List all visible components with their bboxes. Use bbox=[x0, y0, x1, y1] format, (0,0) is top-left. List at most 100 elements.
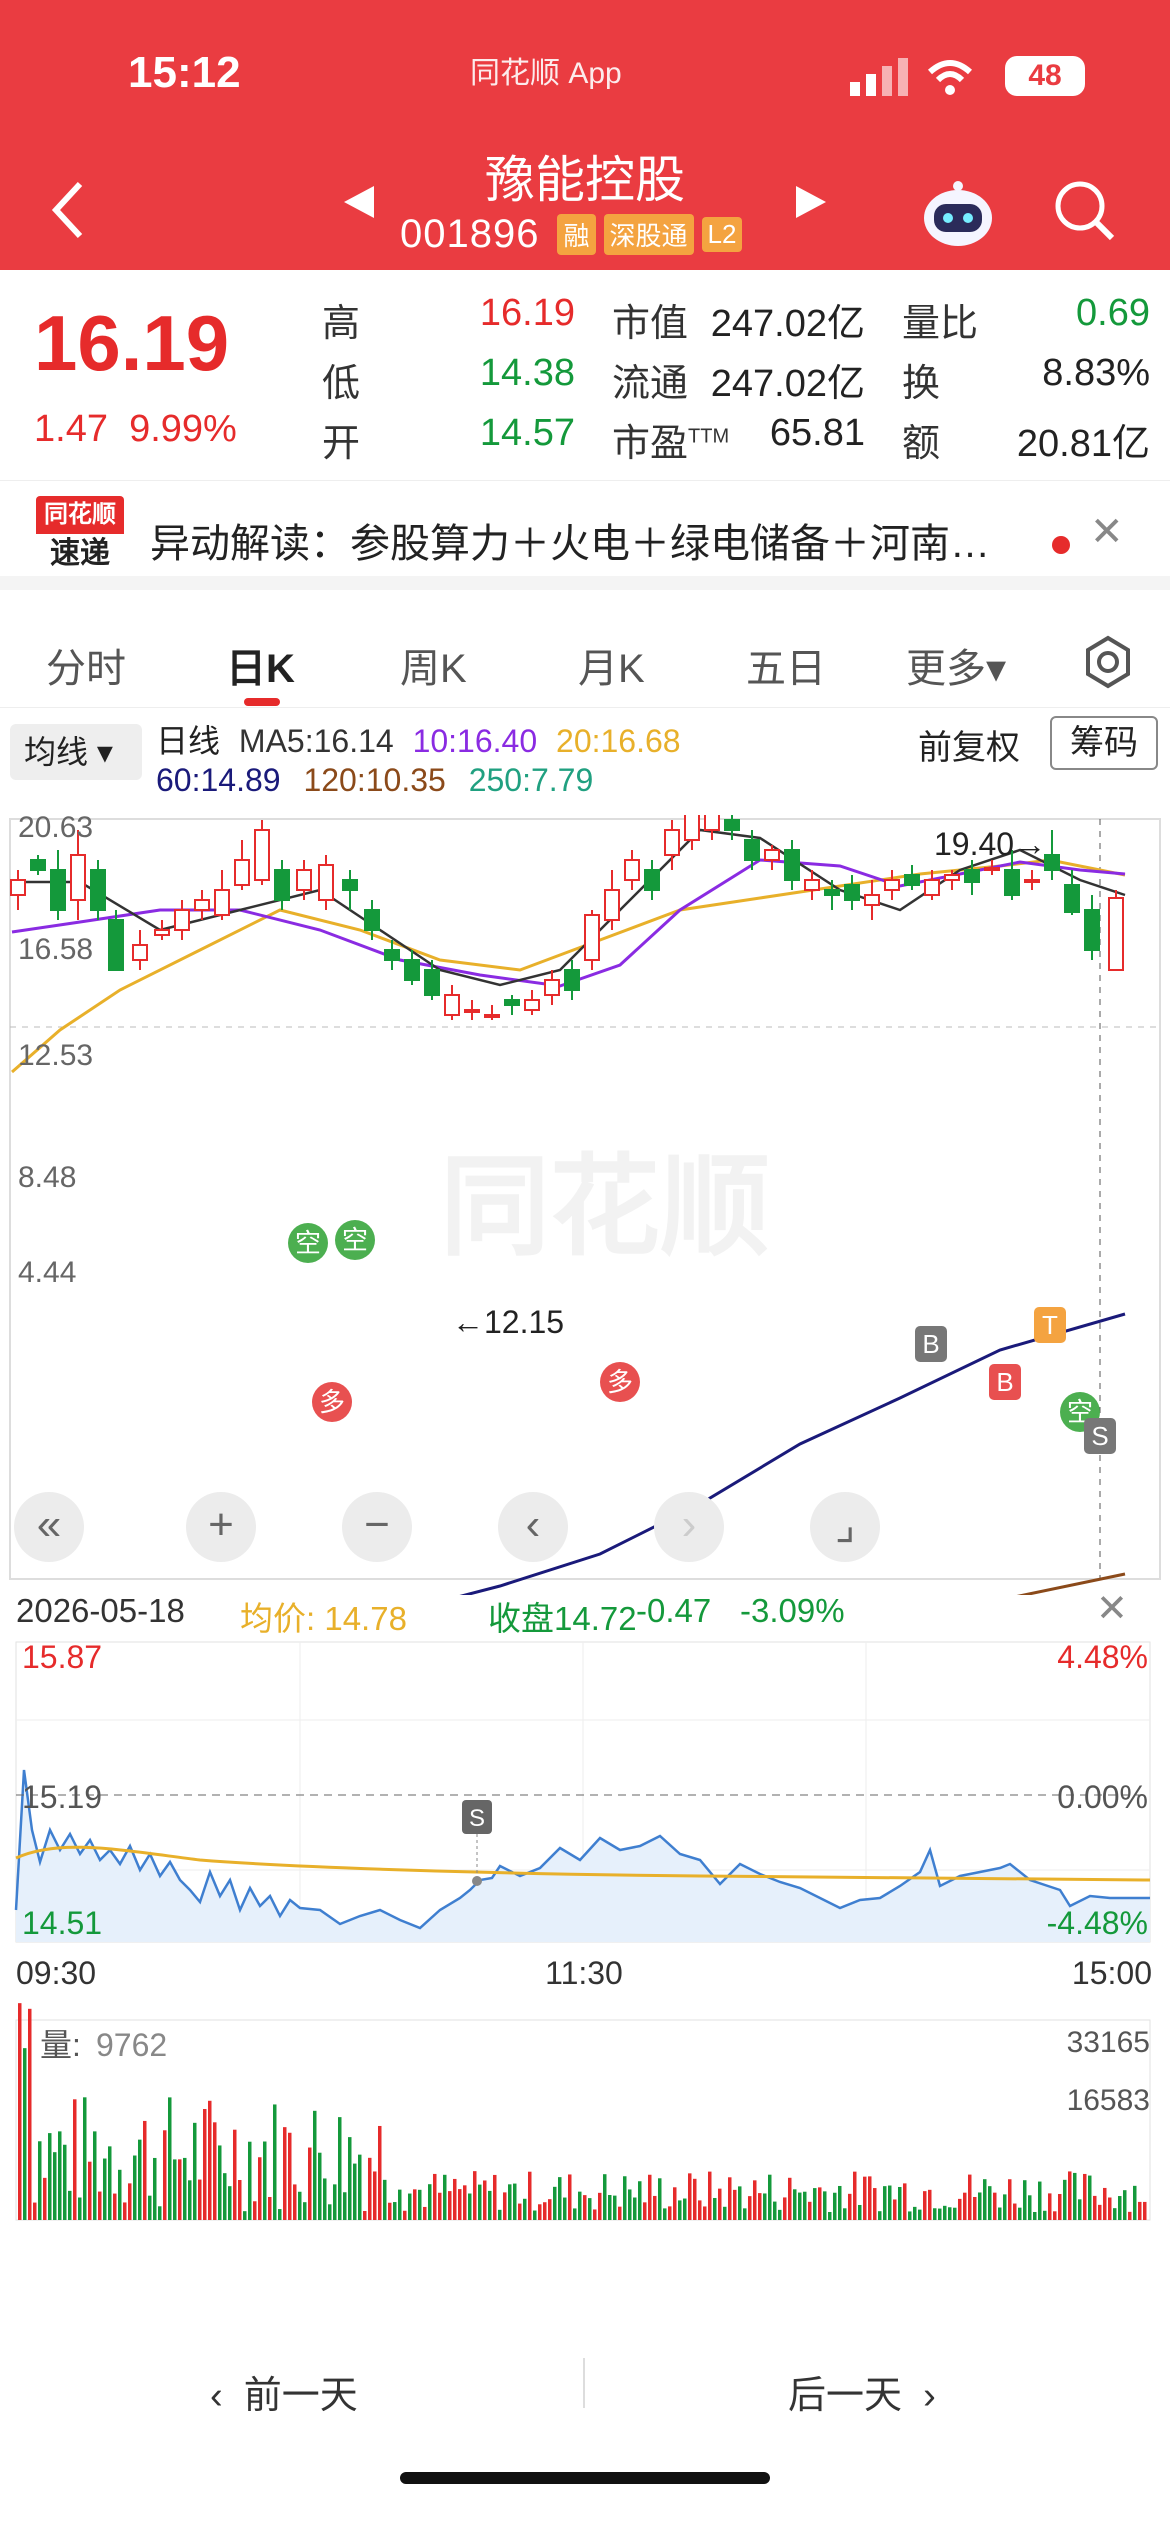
candle-body bbox=[664, 829, 680, 856]
prev-day-button[interactable]: ‹ 前一天 bbox=[210, 2364, 358, 2419]
kline-y-label: 20.63 bbox=[18, 815, 93, 844]
volume-bar bbox=[198, 2179, 202, 2220]
volume-bar bbox=[118, 2169, 122, 2220]
volume-bar bbox=[973, 2196, 977, 2220]
volume-bar bbox=[498, 2209, 502, 2220]
candle-body bbox=[744, 839, 760, 861]
volume-bar bbox=[918, 2209, 922, 2220]
volume-bar bbox=[643, 2202, 647, 2220]
volume-bar bbox=[173, 2159, 177, 2220]
status-app-label: 同花顺 App bbox=[470, 57, 622, 90]
volume-bar bbox=[293, 2184, 297, 2220]
candle-body bbox=[174, 909, 190, 931]
volume-bar bbox=[353, 2163, 357, 2220]
search-icon[interactable] bbox=[1052, 178, 1116, 242]
volume-bar bbox=[548, 2199, 552, 2220]
settings-icon[interactable] bbox=[1080, 634, 1136, 690]
chip-distribution-button[interactable]: 筹码 bbox=[1050, 716, 1158, 770]
tab-weekly-k[interactable]: 周K bbox=[400, 636, 467, 694]
candle-body bbox=[584, 914, 600, 961]
volume-bar bbox=[528, 2171, 532, 2220]
volume-bar bbox=[468, 2193, 472, 2220]
volume-bar bbox=[553, 2186, 557, 2220]
intraday-close-icon[interactable]: ✕ bbox=[1096, 1586, 1128, 1631]
tab-more[interactable]: 更多▾ bbox=[906, 636, 1006, 694]
volume-bar bbox=[143, 2120, 147, 2220]
volume-bar bbox=[153, 2157, 157, 2220]
fullscreen-button[interactable]: ⌟ bbox=[810, 1492, 880, 1562]
scroll-left-button[interactable]: ‹ bbox=[498, 1492, 568, 1562]
intraday-chart[interactable]: 15.87 15.19 14.51 4.48% 0.00% -4.48% 09:… bbox=[0, 1640, 1170, 2320]
candle-body bbox=[342, 879, 358, 891]
kline-chart[interactable]: 同花顺 20.63 16.58 12.53 8.48 4.44 19.40→ ←12.1… bbox=[0, 815, 1170, 1595]
volume-bar bbox=[373, 2171, 377, 2220]
volume-bar bbox=[828, 2211, 832, 2220]
scroll-right-button[interactable]: › bbox=[654, 1492, 724, 1562]
ma5-value: MA5:16.14 bbox=[238, 723, 394, 759]
candle-body bbox=[524, 999, 540, 1011]
next-day-button[interactable]: 后一天 › bbox=[788, 2364, 936, 2419]
ma-dropdown-button[interactable]: 均线 ▾ bbox=[10, 724, 142, 780]
intraday-y-top: 15.87 bbox=[22, 1640, 102, 1675]
volume-bar bbox=[113, 2193, 117, 2220]
candle-body bbox=[564, 969, 580, 991]
time-end: 15:00 bbox=[1072, 1955, 1152, 1991]
tab-intraday[interactable]: 分时 bbox=[46, 636, 126, 694]
volume-bar bbox=[1028, 2195, 1032, 2220]
volume-bar bbox=[408, 2193, 412, 2220]
news-logo-bottom: 速递 bbox=[50, 537, 110, 570]
prev-day-label: 前一天 bbox=[243, 2375, 358, 2417]
volume-bar bbox=[488, 2190, 492, 2220]
volume-bar bbox=[943, 2205, 947, 2220]
volume-bar bbox=[948, 2207, 952, 2220]
next-stock-icon[interactable] bbox=[790, 182, 830, 222]
candle-body bbox=[444, 994, 460, 1016]
volume-bar bbox=[108, 2146, 112, 2220]
tab-daily-k[interactable]: 日K bbox=[226, 636, 295, 694]
volume-bar bbox=[1083, 2173, 1087, 2220]
volume-bar bbox=[323, 2178, 327, 2220]
value-float-cap: 247.02亿 bbox=[710, 363, 865, 405]
candle-body bbox=[844, 884, 860, 901]
zoom-in-button[interactable]: + bbox=[186, 1492, 256, 1562]
zoom-out-button[interactable]: − bbox=[342, 1492, 412, 1562]
volume-bar bbox=[1088, 2175, 1092, 2220]
intraday-pct-bot: -4.48% bbox=[1047, 1905, 1148, 1941]
ma-line-2: 60:14.89 120:10.35 250:7.79 bbox=[156, 762, 593, 799]
volume-bar bbox=[543, 2202, 547, 2220]
candle-body bbox=[904, 874, 920, 886]
robot-assistant-icon[interactable] bbox=[920, 180, 996, 250]
volume-bar bbox=[648, 2174, 652, 2220]
tab-five-day[interactable]: 五日 bbox=[746, 636, 826, 694]
volume-bar bbox=[838, 2185, 842, 2220]
volume-bar bbox=[358, 2154, 362, 2220]
adjust-mode-label[interactable]: 前复权 bbox=[918, 720, 1020, 769]
volume-bar bbox=[278, 2209, 282, 2220]
zoom-out-all-button[interactable]: « bbox=[14, 1492, 84, 1562]
volume-bar bbox=[893, 2199, 897, 2220]
volume-bar bbox=[723, 2206, 727, 2220]
label-turnover: 换 bbox=[902, 363, 941, 405]
news-close-icon[interactable]: ✕ bbox=[1090, 509, 1124, 555]
volume-label: 量: bbox=[40, 2027, 81, 2063]
news-text[interactable]: 异动解读：参股算力＋火电＋绿电储备＋河南… bbox=[150, 511, 990, 569]
time-start: 09:30 bbox=[16, 1955, 96, 1991]
volume-bar bbox=[343, 2192, 347, 2220]
ma250-value: 250:7.79 bbox=[468, 762, 594, 798]
candle-body bbox=[824, 889, 840, 896]
volume-bar bbox=[788, 2177, 792, 2220]
intraday-date: 2026-05-18 bbox=[16, 1592, 185, 1629]
close-price-label: 收盘14.72 bbox=[488, 1592, 637, 1640]
volume-bar bbox=[988, 2186, 992, 2220]
value-pe: 65.81 bbox=[769, 412, 865, 454]
nav-divider bbox=[583, 2358, 585, 2408]
volume-bar bbox=[248, 2141, 252, 2220]
ma60-value: 60:14.89 bbox=[156, 762, 281, 798]
volume-bar bbox=[333, 2184, 337, 2220]
volume-bar bbox=[853, 2171, 857, 2220]
tab-monthly-k[interactable]: 月K bbox=[578, 636, 645, 694]
news-bar[interactable]: 同花顺 速递 异动解读：参股算力＋火电＋绿电储备＋河南… ✕ bbox=[0, 480, 1170, 590]
volume-bar bbox=[423, 2206, 427, 2220]
kline-y-label: 8.48 bbox=[18, 1161, 76, 1194]
volume-bar bbox=[763, 2193, 767, 2220]
